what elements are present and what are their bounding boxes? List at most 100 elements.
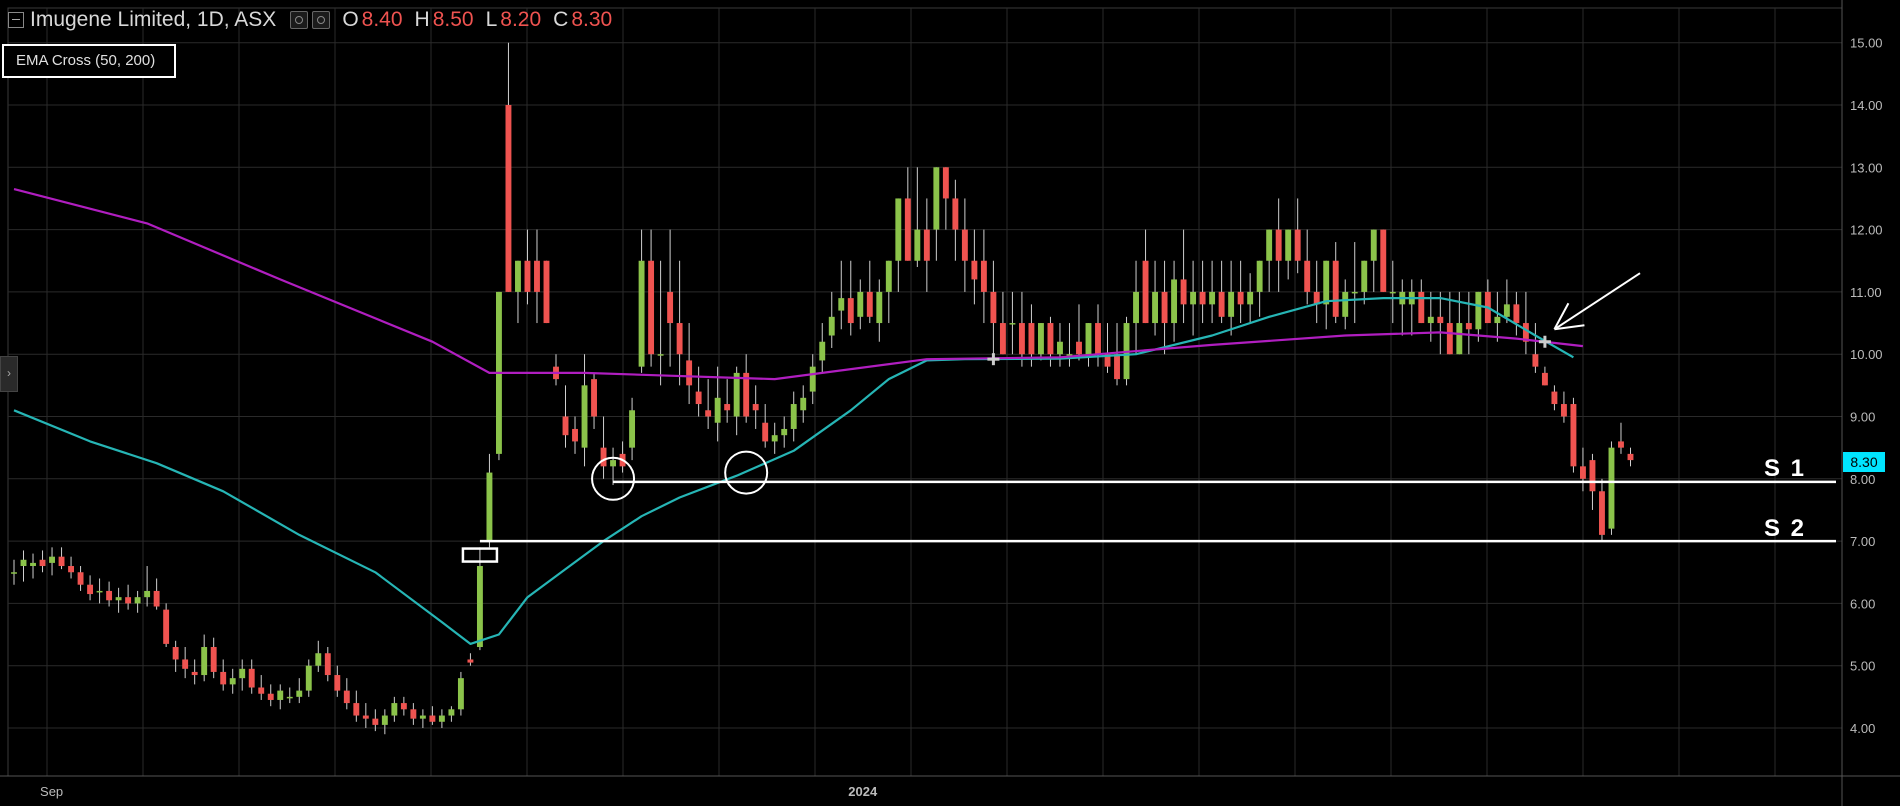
candle-down	[77, 572, 84, 585]
last-price-tag: 8.30	[1843, 452, 1885, 472]
open-key: O	[342, 8, 359, 31]
candle-up	[239, 668, 246, 679]
candle-down	[1532, 354, 1539, 367]
candle-down	[1095, 323, 1101, 355]
candle-up	[1475, 291, 1482, 330]
candle-up	[1190, 291, 1197, 305]
candle-down	[1304, 260, 1311, 292]
candle-down	[467, 659, 474, 663]
candle-up	[1351, 291, 1358, 294]
candle-down	[1560, 404, 1567, 417]
y-tick-label: 14.00	[1850, 98, 1883, 113]
candle-up	[809, 366, 816, 392]
y-tick-label: 11.00	[1850, 285, 1882, 300]
candle-down	[1142, 260, 1149, 324]
candle-down	[695, 391, 702, 405]
candle-down	[1028, 323, 1035, 355]
candle-up	[438, 715, 445, 722]
candle-down	[372, 718, 379, 725]
price-chart[interactable]: 4.00 5.00 6.00 7.00 8.00 9.00 10.00 11.00 12.00 1…	[0, 0, 1900, 806]
open-value: 8.40	[361, 8, 403, 31]
candle-up	[11, 572, 17, 574]
y-tick-label: 8.00	[1850, 472, 1875, 487]
candle-up	[1323, 260, 1330, 305]
camera-icon[interactable]	[290, 11, 309, 29]
ema-slow-line	[13, 188, 1584, 381]
close-value: 8.30	[571, 8, 613, 31]
candle-up	[638, 260, 645, 367]
candle-up	[286, 696, 293, 699]
candle-up	[144, 590, 151, 598]
candle-down	[686, 360, 693, 386]
candle-down	[752, 404, 759, 411]
candle-down	[343, 690, 350, 704]
candle-down	[942, 167, 949, 199]
candle-up	[819, 341, 826, 361]
candle-up	[876, 291, 883, 324]
candle-up	[277, 690, 284, 700]
candle-down	[362, 715, 369, 719]
low-key: L	[485, 8, 498, 31]
candle-up	[1370, 229, 1377, 261]
candle-up	[1152, 291, 1159, 324]
candle-down	[153, 590, 160, 607]
candle-up	[1456, 323, 1463, 355]
candle-down	[866, 291, 873, 317]
low-value: 8.20	[500, 8, 542, 31]
candle-down	[248, 668, 255, 688]
candle-down	[87, 584, 94, 595]
candle-down	[1541, 372, 1548, 386]
candle-up	[391, 703, 398, 716]
candle-down	[524, 260, 531, 292]
candle-down	[648, 260, 655, 355]
candle-down	[923, 229, 930, 261]
candle-down	[1237, 291, 1244, 305]
candle-up	[201, 647, 208, 676]
candle-up	[933, 167, 940, 230]
candle-up	[305, 665, 312, 691]
candle-down	[1218, 291, 1225, 317]
y-tick-label: 13.00	[1850, 160, 1883, 175]
candle-up	[1608, 447, 1615, 529]
close-key: C	[553, 8, 569, 31]
candle-down	[591, 379, 597, 417]
candle-up	[800, 397, 807, 411]
candle-down	[1446, 323, 1453, 355]
candle-up	[30, 562, 36, 567]
candle-up	[20, 559, 27, 567]
y-tick-label: 7.00	[1850, 534, 1875, 549]
candle-down	[1627, 453, 1634, 461]
candle-down	[258, 687, 265, 694]
candle-up	[1285, 229, 1292, 261]
candle-down	[1599, 491, 1605, 535]
candle-down	[1380, 229, 1387, 292]
candle-down	[724, 404, 731, 411]
indicator-label[interactable]: EMA Cross (50, 200)	[2, 44, 176, 78]
candle-down	[353, 703, 360, 716]
candle-up	[733, 372, 740, 417]
candle-up	[381, 715, 388, 725]
candle-up	[96, 590, 103, 593]
candle-down	[324, 653, 331, 676]
candle-up	[457, 678, 464, 710]
collapse-icon[interactable]	[8, 12, 24, 28]
plot-frame	[7, 7, 1843, 777]
candle-up	[134, 597, 141, 604]
candle-up	[1228, 291, 1235, 317]
candle-down	[1570, 404, 1577, 467]
candle-down	[182, 659, 189, 669]
candle-up	[1503, 304, 1510, 317]
candle-up	[781, 428, 788, 436]
candle-down	[1114, 354, 1120, 380]
y-tick-label: 6.00	[1850, 596, 1875, 611]
candle-down	[676, 323, 683, 355]
candle-up	[1494, 316, 1501, 324]
candle-up	[419, 715, 426, 719]
candle-up	[486, 472, 493, 542]
candle-down	[562, 416, 569, 436]
settings-icon[interactable]	[312, 11, 331, 29]
expand-panel-button[interactable]: ›	[0, 356, 18, 392]
candle-down	[1513, 304, 1520, 324]
candle-up	[1057, 341, 1063, 355]
candle-up	[315, 653, 322, 666]
